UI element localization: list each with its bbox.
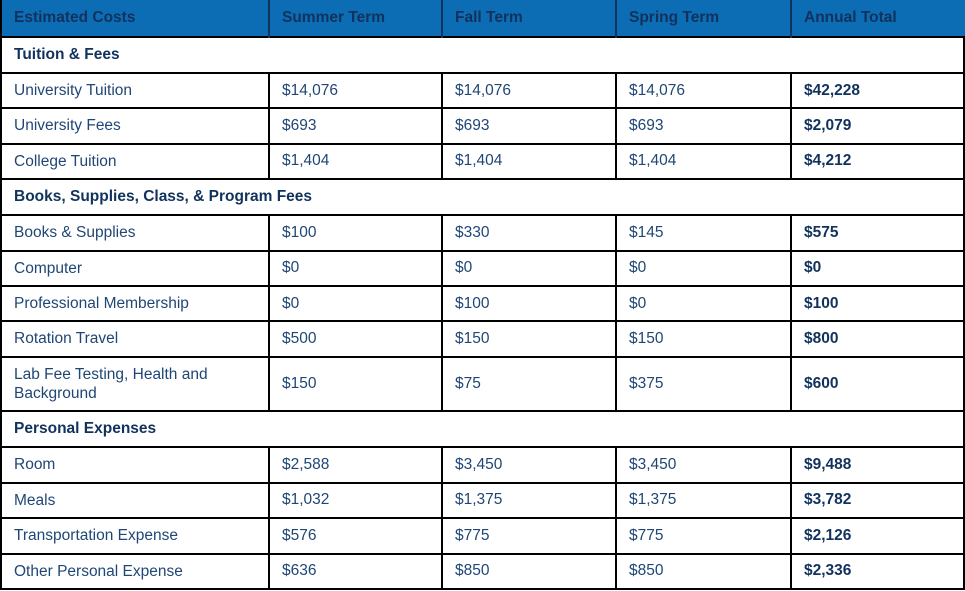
section-header-row: Tuition & Fees <box>2 36 965 74</box>
cell-fall: $330 <box>442 215 617 252</box>
table-row: Rotation Travel $500 $150 $150 $800 <box>2 321 965 358</box>
cell-summer: $0 <box>269 285 443 323</box>
cell-spring: $850 <box>616 553 792 590</box>
cell-fall: $850 <box>442 553 617 590</box>
column-header-annual-total: Annual Total <box>791 0 965 37</box>
cell-spring: $0 <box>616 285 792 323</box>
cell-summer: $576 <box>269 518 443 555</box>
table-row: University Fees $693 $693 $693 $2,079 <box>2 108 965 145</box>
cell-summer: $693 <box>269 108 443 145</box>
table-row: Meals $1,032 $1,375 $1,375 $3,782 <box>2 482 965 520</box>
cell-fall: $775 <box>442 518 617 555</box>
cell-summer: $150 <box>269 356 443 413</box>
cell-summer: $2,588 <box>269 447 443 484</box>
cell-spring: $693 <box>616 108 792 145</box>
cell-summer: $1,404 <box>269 143 443 181</box>
section-title: Tuition & Fees <box>2 36 965 74</box>
cell-spring: $0 <box>616 250 792 287</box>
cell-spring: $775 <box>616 518 792 555</box>
cell-spring: $145 <box>616 215 792 252</box>
cell-label: Room <box>2 447 270 484</box>
cell-label: Professional Membership <box>2 285 270 323</box>
table-row: Other Personal Expense $636 $850 $850 $2,336 <box>2 553 965 590</box>
cell-label: Books & Supplies <box>2 215 270 252</box>
cell-spring: $3,450 <box>616 447 792 484</box>
cell-label: Other Personal Expense <box>2 553 270 590</box>
cell-summer: $1,032 <box>269 482 443 520</box>
cell-label: Rotation Travel <box>2 321 270 358</box>
table-row: Lab Fee Testing, Health and Background $1… <box>2 356 965 413</box>
cell-total: $600 <box>791 356 965 413</box>
cell-summer: $500 <box>269 321 443 358</box>
cell-label: Meals <box>2 482 270 520</box>
cell-total: $575 <box>791 215 965 252</box>
cell-fall: $1,404 <box>442 143 617 181</box>
cell-total: $42,228 <box>791 73 965 110</box>
cell-summer: $636 <box>269 553 443 590</box>
cell-fall: $1,375 <box>442 482 617 520</box>
section-title: Books, Supplies, Class, & Program Fees <box>2 178 965 217</box>
cell-summer: $0 <box>269 250 443 287</box>
table-body: Tuition & Fees University Tuition $14,076 $… <box>2 36 965 590</box>
table-row: Room $2,588 $3,450 $3,450 $9,488 <box>2 447 965 484</box>
cell-spring: $150 <box>616 321 792 358</box>
cell-summer: $100 <box>269 215 443 252</box>
cell-label: Lab Fee Testing, Health and Background <box>2 356 270 413</box>
column-header-summer-term: Summer Term <box>269 0 443 37</box>
section-header-row: Personal Expenses <box>2 410 965 449</box>
table-row: Transportation Expense $576 $775 $775 $2,126 <box>2 518 965 555</box>
table-header: Estimated Costs Summer Term Fall Term Sp… <box>2 0 965 37</box>
cell-label: Computer <box>2 250 270 287</box>
cell-total: $0 <box>791 250 965 287</box>
cell-fall: $75 <box>442 356 617 413</box>
cell-label: Transportation Expense <box>2 518 270 555</box>
table-header-row: Estimated Costs Summer Term Fall Term Sp… <box>2 0 965 37</box>
column-header-estimated-costs: Estimated Costs <box>2 0 270 37</box>
cell-spring: $14,076 <box>616 73 792 110</box>
cell-spring: $375 <box>616 356 792 413</box>
cell-total: $800 <box>791 321 965 358</box>
table-row: University Tuition $14,076 $14,076 $14,076 $… <box>2 73 965 110</box>
cell-spring: $1,404 <box>616 143 792 181</box>
cell-fall: $693 <box>442 108 617 145</box>
table-row: Computer $0 $0 $0 $0 <box>2 250 965 287</box>
cell-fall: $0 <box>442 250 617 287</box>
cell-fall: $14,076 <box>442 73 617 110</box>
section-header-row: Books, Supplies, Class, & Program Fees <box>2 178 965 217</box>
table-row: Books & Supplies $100 $330 $145 $575 <box>2 215 965 252</box>
cell-spring: $1,375 <box>616 482 792 520</box>
cell-total: $100 <box>791 285 965 323</box>
table-row: Professional Membership $0 $100 $0 $100 <box>2 285 965 323</box>
cell-total: $3,782 <box>791 482 965 520</box>
cell-total: $2,126 <box>791 518 965 555</box>
cell-label: University Fees <box>2 108 270 145</box>
cell-total: $9,488 <box>791 447 965 484</box>
column-header-spring-term: Spring Term <box>616 0 792 37</box>
cell-fall: $3,450 <box>442 447 617 484</box>
cell-fall: $150 <box>442 321 617 358</box>
cell-total: $4,212 <box>791 143 965 181</box>
estimated-costs-table: Estimated Costs Summer Term Fall Term Sp… <box>2 0 965 590</box>
cell-total: $2,336 <box>791 553 965 590</box>
cell-label: College Tuition <box>2 143 270 181</box>
cell-summer: $14,076 <box>269 73 443 110</box>
section-title: Personal Expenses <box>2 410 965 449</box>
column-header-fall-term: Fall Term <box>442 0 617 37</box>
cell-total: $2,079 <box>791 108 965 145</box>
cell-fall: $100 <box>442 285 617 323</box>
cost-table-container: Estimated Costs Summer Term Fall Term Sp… <box>0 0 965 590</box>
cell-label: University Tuition <box>2 73 270 110</box>
table-row: College Tuition $1,404 $1,404 $1,404 $4,212 <box>2 143 965 181</box>
